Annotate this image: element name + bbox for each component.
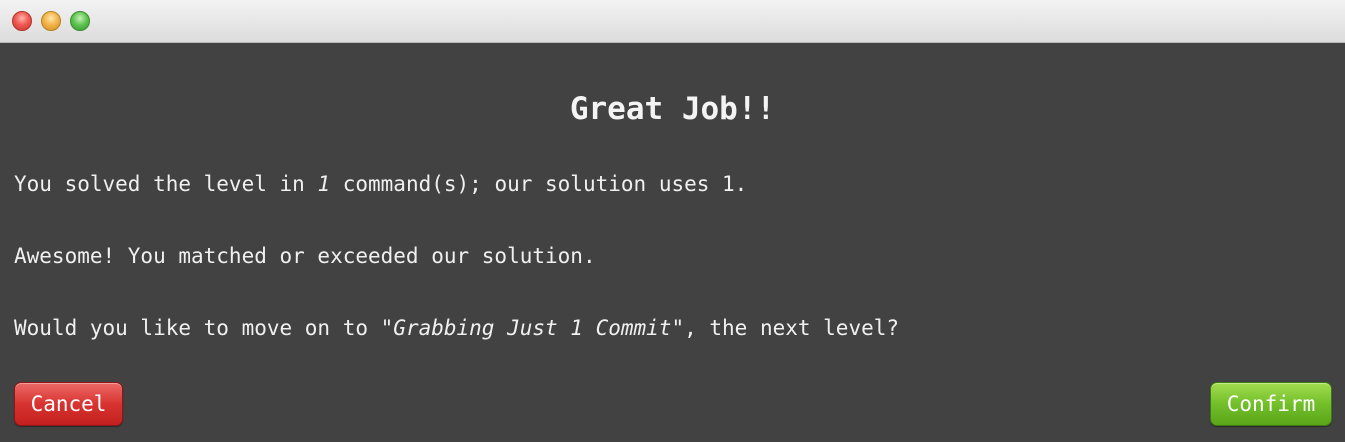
prompt-suffix: , the next level? (684, 316, 900, 340)
dialog-content: Great Job!! You solved the level in 1 co… (0, 43, 1345, 442)
dialog-window: Great Job!! You solved the level in 1 co… (0, 0, 1345, 442)
dialog-title: Great Job!! (569, 91, 776, 127)
summary-prefix: You solved the level in (14, 172, 318, 196)
cancel-button[interactable]: Cancel (14, 382, 123, 426)
minimize-window-icon[interactable] (41, 11, 61, 31)
confirm-button[interactable]: Confirm (1210, 382, 1332, 426)
command-count: 1 (317, 172, 331, 196)
zoom-window-icon[interactable] (70, 11, 90, 31)
summary-suffix: command(s); our solution uses 1. (330, 172, 748, 196)
result-message: Awesome! You matched or exceeded our sol… (14, 244, 596, 268)
close-window-icon[interactable] (12, 11, 32, 31)
title-bar (0, 0, 1345, 43)
prompt-prefix: Would you like to move on to (14, 316, 381, 340)
next-level-prompt: Would you like to move on to "Grabbing J… (14, 314, 899, 342)
solution-summary: You solved the level in 1 command(s); ou… (14, 170, 747, 198)
next-level-name: "Grabbing Just 1 Commit" (380, 316, 685, 340)
